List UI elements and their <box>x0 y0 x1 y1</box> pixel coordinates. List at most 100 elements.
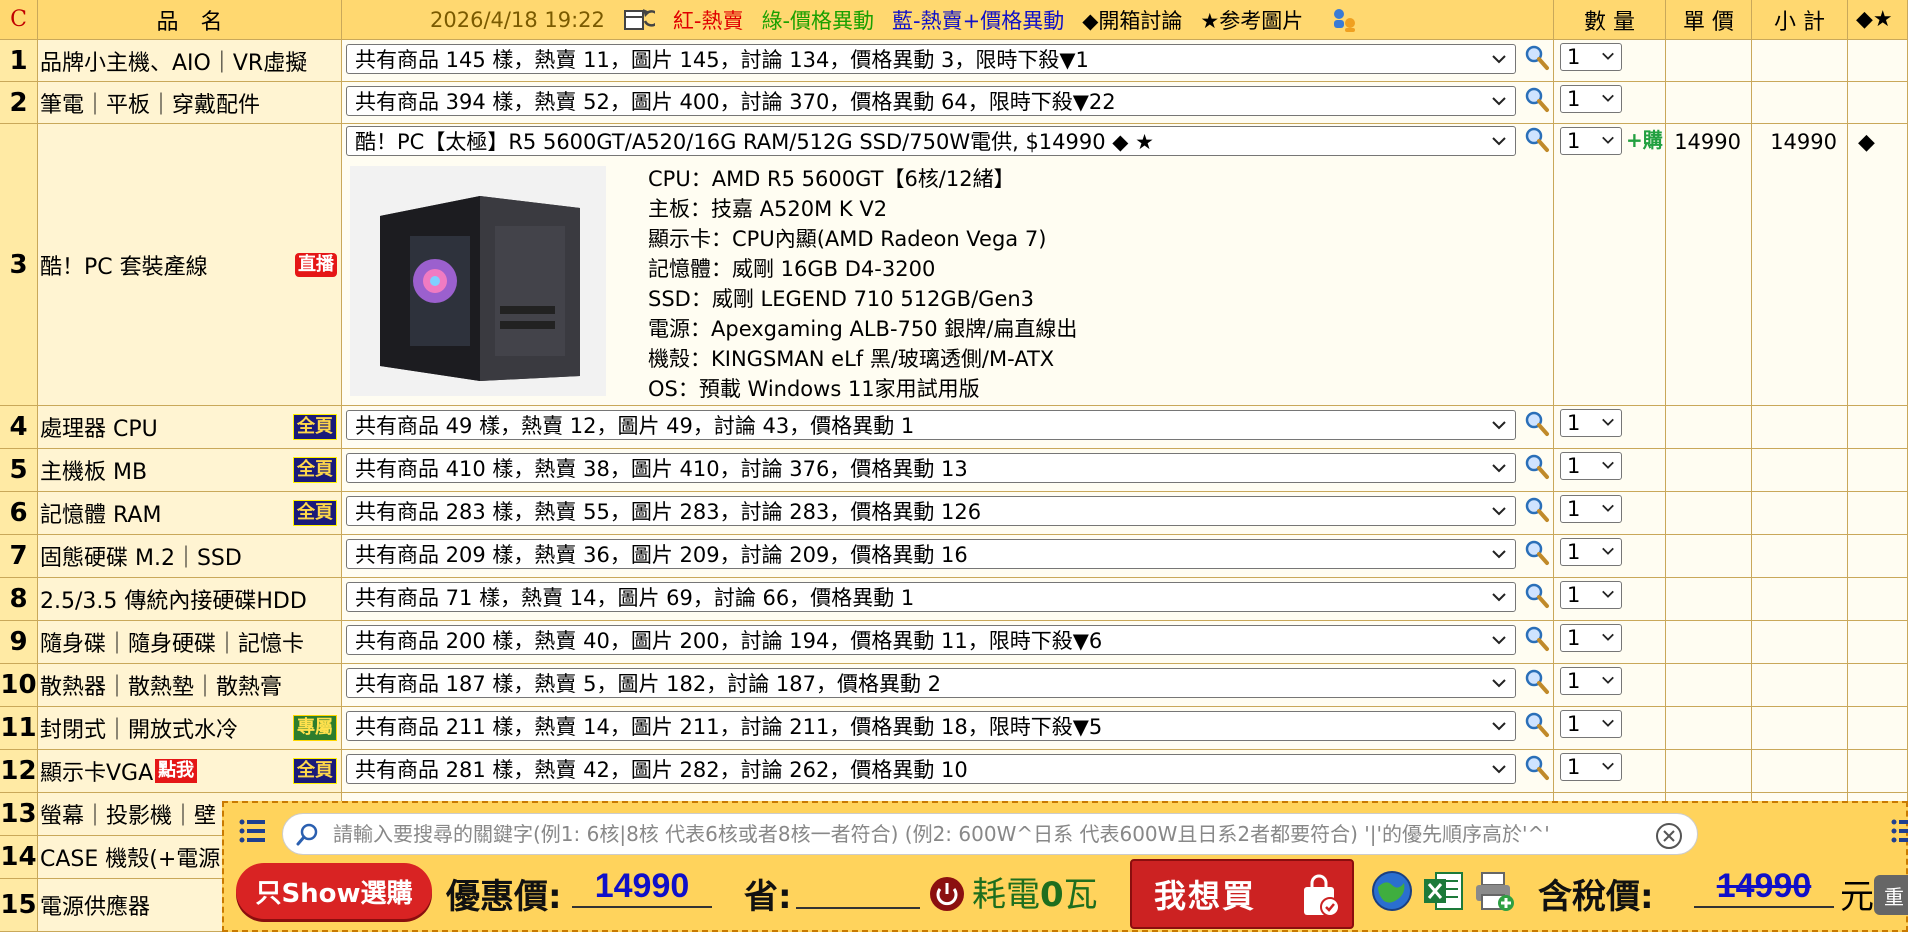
want-to-buy-button[interactable]: 我想買 <box>1130 859 1354 929</box>
unbox-mark[interactable]: ◆ <box>1858 130 1875 155</box>
category-name: 散熱器｜散熱墊｜散熱膏 <box>40 675 283 700</box>
row-6-category[interactable]: 記憶體 RAM 全頁 <box>38 492 342 535</box>
search-icon[interactable] <box>1524 625 1550 653</box>
search-icon[interactable] <box>1524 453 1550 481</box>
row-number: 11 <box>0 713 37 743</box>
search-icon[interactable] <box>1524 44 1550 72</box>
row-7-category[interactable]: 固態硬碟 M.2｜SSD <box>38 535 342 578</box>
product-select[interactable]: 共有商品 281 樣，熱賣 42，圖片 282，討論 262，價格異動 10 <box>346 754 1516 784</box>
product-select[interactable]: 共有商品 187 樣，熱賣 5，圖片 182，討論 187，價格異動 2 <box>346 668 1516 698</box>
keyword-search-input[interactable] <box>333 822 1633 846</box>
undo-calendar-icon[interactable] <box>623 7 655 33</box>
qty-select[interactable]: 1 <box>1560 43 1622 71</box>
header-c-label: C <box>10 7 27 32</box>
live-badge[interactable]: 直播 <box>295 252 337 277</box>
row-13-number: 13 <box>0 793 38 836</box>
qty-value: 1 <box>1567 454 1581 478</box>
product-select[interactable]: 共有商品 71 樣，熱賣 14，圖片 69，討論 66，價格異動 1 <box>346 582 1516 612</box>
excel-icon[interactable] <box>1422 869 1466 913</box>
chevron-down-icon <box>1602 762 1614 770</box>
heavy-button[interactable]: 重 <box>1874 875 1908 915</box>
qty-select[interactable]: 1 <box>1560 624 1622 652</box>
row-12-category[interactable]: 顯示卡VGA 點我 全頁 <box>38 750 342 793</box>
row-3-category[interactable]: 酷！PC 套裝產線 直播 <box>38 124 342 406</box>
product-select[interactable]: 共有商品 283 樣，熱賣 55，圖片 283，討論 283，價格異動 126 <box>346 496 1516 526</box>
search-icon[interactable] <box>1524 496 1550 524</box>
list-menu-icon-right[interactable] <box>1890 817 1908 845</box>
search-icon[interactable] <box>1524 582 1550 610</box>
product-select-value: 共有商品 283 樣，熱賣 55，圖片 283，討論 283，價格異動 126 <box>355 500 982 524</box>
search-icon[interactable] <box>1524 668 1550 696</box>
qty-select[interactable]: 1 <box>1560 495 1622 523</box>
qty-select[interactable]: 1 <box>1560 85 1622 113</box>
product-select[interactable]: 共有商品 394 樣，熱賣 52，圖片 400，討論 370，價格異動 64，限… <box>346 86 1516 116</box>
exclusive-badge[interactable]: 專屬 <box>293 715 337 741</box>
qty-value: 1 <box>1567 583 1581 607</box>
qty-select[interactable]: 1 <box>1560 710 1622 738</box>
row-8-category[interactable]: 2.5/3.5 傳統內接硬碟HDD <box>38 578 342 621</box>
user-help-icon[interactable] <box>1331 7 1359 33</box>
spec-vga: 顯示卡：CPU內顯(AMD Radeon Vega 7) <box>648 227 1047 251</box>
row-9-category[interactable]: 隨身碟｜隨身硬碟｜記憶卡 <box>38 621 342 664</box>
product-select[interactable]: 酷！PC【太極】R5 5600GT/A520/16G RAM/512G SSD/… <box>346 126 1516 156</box>
qty-select[interactable]: 1 <box>1560 452 1622 480</box>
qty-value: 1 <box>1567 45 1581 69</box>
row-1-price <box>1666 40 1752 82</box>
globe-icon[interactable] <box>1370 869 1414 913</box>
pc-case-image[interactable] <box>350 166 606 396</box>
row-2-category[interactable]: 筆電｜平板｜穿戴配件 <box>38 82 342 124</box>
qty-select[interactable]: 1 <box>1560 581 1622 609</box>
full-page-badge[interactable]: 全頁 <box>293 500 337 526</box>
category-name: 酷！PC 套裝產線 <box>40 254 208 280</box>
row-number: 3 <box>9 249 28 280</box>
product-select[interactable]: 共有商品 410 樣，熱賣 38，圖片 410，討論 376，價格異動 13 <box>346 453 1516 483</box>
search-icon[interactable] <box>1524 410 1550 438</box>
product-select[interactable]: 共有商品 49 樣，熱賣 12，圖片 49，討論 43，價格異動 1 <box>346 410 1516 440</box>
qty-value: 1 <box>1567 669 1581 693</box>
qty-select[interactable]: 1 <box>1560 127 1622 155</box>
header-c: C <box>0 0 38 40</box>
row-5-category[interactable]: 主機板 MB 全頁 <box>38 449 342 492</box>
discount-label: 優惠價: <box>446 877 562 917</box>
qty-select[interactable]: 1 <box>1560 667 1622 695</box>
product-select[interactable]: 共有商品 209 樣，熱賣 36，圖片 209，討論 209，價格異動 16 <box>346 539 1516 569</box>
row-2-price <box>1666 82 1752 124</box>
header-qty: 數 量 <box>1554 0 1666 40</box>
buy-label: 購 <box>1642 128 1663 152</box>
close-icon[interactable] <box>1655 822 1683 850</box>
search-icon[interactable] <box>1524 754 1550 782</box>
category-name: 顯示卡VGA <box>40 761 154 786</box>
row-4-category[interactable]: 處理器 CPU 全頁 <box>38 406 342 449</box>
power-consumption: 耗電0瓦 <box>972 867 1098 916</box>
legend-red: 紅-熱賣 <box>672 8 744 33</box>
row-12-select-cell: 共有商品 281 樣，熱賣 42，圖片 282，討論 262，價格異動 10 <box>342 750 1554 793</box>
show-selected-button[interactable]: 只Show選購 <box>236 863 432 919</box>
row-4-subtotal <box>1752 406 1848 449</box>
row-14-number: 14 <box>0 836 38 879</box>
product-select[interactable]: 共有商品 211 樣，熱賣 14，圖片 211，討論 211，價格異動 18，限… <box>346 711 1516 741</box>
full-page-badge[interactable]: 全頁 <box>293 758 337 784</box>
row-2-mark <box>1848 82 1908 124</box>
search-icon[interactable] <box>1524 126 1550 154</box>
list-menu-icon[interactable] <box>238 817 268 845</box>
qty-value: 1 <box>1567 129 1581 153</box>
search-icon[interactable] <box>1524 539 1550 567</box>
qty-select[interactable]: 1 <box>1560 538 1622 566</box>
product-select[interactable]: 共有商品 145 樣，熱賣 11，圖片 145，討論 134，價格異動 3，限時… <box>346 44 1516 74</box>
full-page-badge[interactable]: 全頁 <box>293 457 337 483</box>
row-10-category[interactable]: 散熱器｜散熱墊｜散熱膏 <box>38 664 342 707</box>
print-icon[interactable] <box>1472 869 1516 913</box>
row-11-category[interactable]: 封閉式｜開放式水冷 專屬 <box>38 707 342 750</box>
product-select[interactable]: 共有商品 200 樣，熱賣 40，圖片 200，討論 194，價格異動 11，限… <box>346 625 1516 655</box>
add-buy-icon[interactable]: +購 <box>1626 124 1663 153</box>
tax-price-label: 含稅價: <box>1538 877 1654 917</box>
row-1-category[interactable]: 品牌小主機、AIO｜VR虛擬 <box>38 40 342 82</box>
qty-select[interactable]: 1 <box>1560 753 1622 781</box>
row-number: 4 <box>9 412 28 442</box>
search-icon[interactable] <box>1524 86 1550 114</box>
click-me-badge[interactable]: 點我 <box>155 759 198 783</box>
full-page-badge[interactable]: 全頁 <box>293 414 337 440</box>
product-select-value: 共有商品 281 樣，熱賣 42，圖片 282，討論 262，價格異動 10 <box>355 758 968 782</box>
qty-select[interactable]: 1 <box>1560 409 1622 437</box>
search-icon[interactable] <box>1524 711 1550 739</box>
